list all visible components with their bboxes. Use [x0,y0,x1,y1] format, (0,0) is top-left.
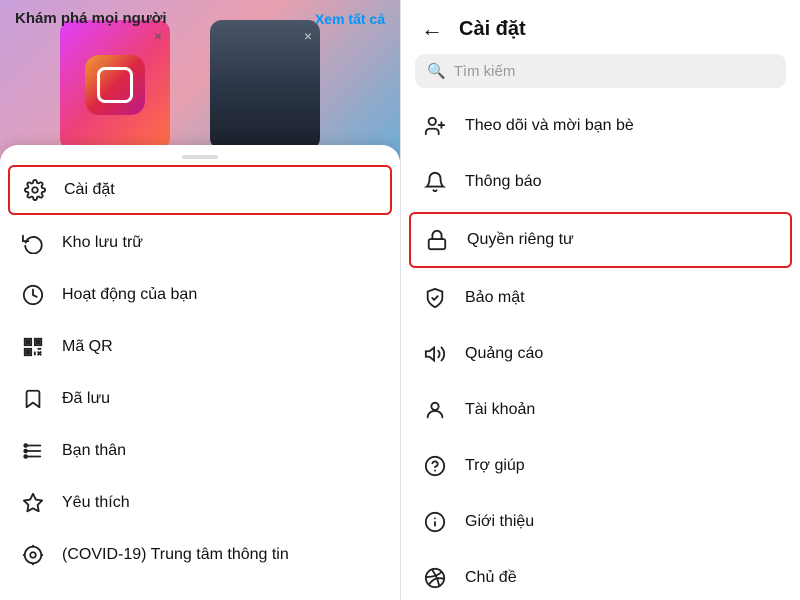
discover-title: Khám phá mọi người [15,10,167,27]
activity-icon [20,282,46,308]
covid-label: (COVID-19) Trung tâm thông tin [62,546,289,564]
notifications-settings-label: Thông báo [465,173,542,191]
settings-item-security[interactable]: Bảo mật [401,270,800,326]
follow-settings-icon [421,112,449,140]
search-icon: 🔍 [427,62,446,80]
close-friends-label: Bạn thân [62,442,126,460]
settings-item-notifications[interactable]: Thông báo [401,154,800,210]
privacy-settings-label: Quyền riêng tư [467,231,574,249]
settings-list: Theo dõi và mời bạn bè Thông báo Quyền r… [401,98,800,600]
covid-icon [20,542,46,568]
settings-item-help[interactable]: Trợ giúp [401,438,800,494]
sheet-handle [182,155,218,159]
menu-item-covid[interactable]: (COVID-19) Trung tâm thông tin [0,529,400,581]
about-settings-label: Giới thiệu [465,513,534,531]
saved-label: Đã lưu [62,390,110,408]
settings-item-account[interactable]: Tài khoản [401,382,800,438]
settings-item-follow[interactable]: Theo dõi và mời bạn bè [401,98,800,154]
back-button[interactable]: ← [421,16,443,42]
menu-item-close-friends[interactable]: Bạn thân [0,425,400,477]
search-bar[interactable]: 🔍 Tìm kiếm [415,54,786,88]
close-friends-icon [20,438,46,464]
theme-settings-label: Chủ đề [465,569,517,587]
about-settings-icon [421,508,449,536]
instagram-card: × [60,20,170,150]
help-settings-icon [421,452,449,480]
settings-icon [22,177,48,203]
settings-item-privacy[interactable]: Quyền riêng tư [409,212,792,268]
settings-title: Cài đặt [459,18,526,41]
security-settings-label: Bảo mật [465,289,525,307]
menu-item-saved[interactable]: Đã lưu [0,373,400,425]
menu-item-qr[interactable]: Mã QR [0,321,400,373]
security-settings-icon [421,284,449,312]
bottom-sheet: Cài đặt Kho lưu trữ Hoạt động của bạn Mã… [0,145,400,600]
settings-header: ← Cài đặt [401,0,800,54]
background-area: × × Khám phá mọi người Xem tất cả [0,0,400,160]
menu-item-favorites[interactable]: Yêu thích [0,477,400,529]
settings-item-about[interactable]: Giới thiệu [401,494,800,550]
profile-card: × [210,20,320,150]
privacy-settings-icon [423,226,451,254]
follow-settings-label: Theo dõi và mời bạn bè [465,117,634,135]
discover-header: Khám phá mọi người Xem tất cả [0,0,400,37]
account-settings-icon [421,396,449,424]
menu-item-archive[interactable]: Kho lưu trữ [0,217,400,269]
ads-settings-label: Quảng cáo [465,345,543,363]
help-settings-label: Trợ giúp [465,457,525,475]
ads-settings-icon [421,340,449,368]
notifications-settings-icon [421,168,449,196]
settings-item-theme[interactable]: Chủ đề [401,550,800,600]
account-settings-label: Tài khoản [465,401,535,419]
settings-item-ads[interactable]: Quảng cáo [401,326,800,382]
favorites-icon [20,490,46,516]
menu-item-activity[interactable]: Hoạt động của bạn [0,269,400,321]
archive-icon [20,230,46,256]
favorites-label: Yêu thích [62,494,130,512]
instagram-logo-icon [85,55,145,115]
qr-label: Mã QR [62,338,113,356]
settings-label: Cài đặt [64,181,115,199]
menu-item-settings[interactable]: Cài đặt [8,165,392,215]
qr-icon [20,334,46,360]
activity-label: Hoạt động của bạn [62,286,197,304]
left-panel: × × Khám phá mọi người Xem tất cả Cài đặ… [0,0,400,600]
left-menu: Cài đặt Kho lưu trữ Hoạt động của bạn Mã… [0,165,400,581]
theme-settings-icon [421,564,449,592]
search-placeholder: Tìm kiếm [454,63,516,80]
right-panel: ← Cài đặt 🔍 Tìm kiếm Theo dõi và mời bạn… [400,0,800,600]
discover-link[interactable]: Xem tất cả [315,11,385,27]
saved-icon [20,386,46,412]
archive-label: Kho lưu trữ [62,234,143,252]
